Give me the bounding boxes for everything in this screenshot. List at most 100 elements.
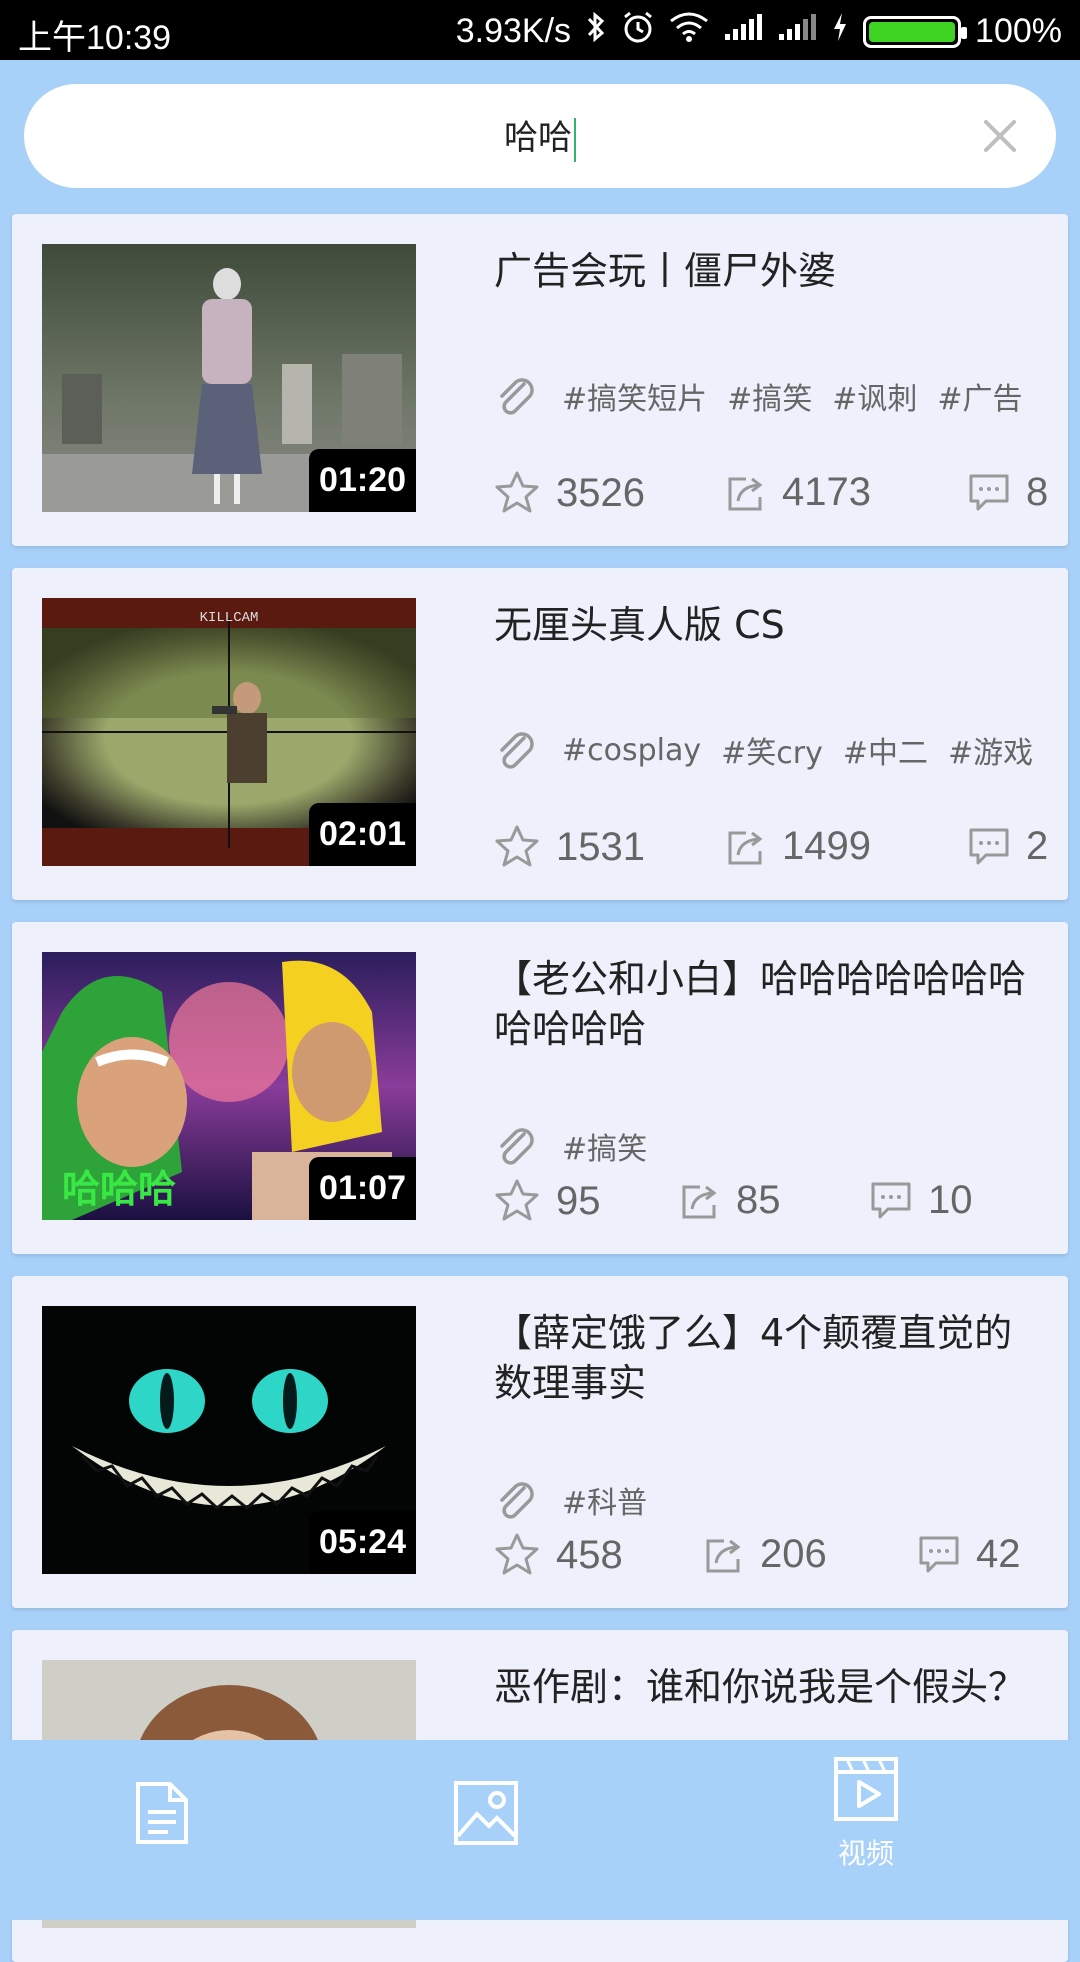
video-duration: 01:07 [309,1157,416,1220]
video-thumbnail[interactable]: KILLCAM 02:01 [42,598,416,866]
share-icon [682,1185,717,1218]
tag[interactable]: #中二 [843,728,928,772]
video-card[interactable]: 05:24 【薛定饿了么】4个颠覆直觉的数理事实 #科普 458 206 42 [12,1276,1068,1608]
share-stat[interactable]: 85 [680,1178,781,1223]
bluetooth-icon [585,11,607,52]
like-count: 95 [556,1178,601,1223]
tag-row: #搞笑 [494,1124,667,1168]
tag-row: #搞笑短片 #搞笑 #讽刺 #广告 [494,374,1043,418]
bottom-navigation: 视频 [0,1740,1080,1920]
comment-count: 8 [1026,470,1049,514]
video-title[interactable]: 广告会玩丨僵尸外婆 [494,246,1034,296]
share-stat[interactable]: 1499 [726,824,871,869]
share-stat[interactable]: 4173 [726,470,871,515]
battery-icon [863,15,968,48]
video-card[interactable]: 01:20 广告会玩丨僵尸外婆 #搞笑短片 #搞笑 #讽刺 #广告 3526 4… [12,214,1068,546]
image-icon [454,1781,518,1845]
like-stat[interactable]: 3526 [494,470,645,516]
comment-stat[interactable]: 2 [968,824,1048,869]
stats-row: 1531 1499 2 [494,824,1054,884]
share-count: 85 [736,1178,781,1222]
status-icons: 3.93K/s 100% [456,10,1062,53]
svg-text:KILLCAM: KILLCAM [200,610,259,626]
like-stat[interactable]: 458 [494,1532,623,1578]
video-thumbnail[interactable]: 01:20 [42,244,416,512]
battery-percent: 100% [975,12,1062,50]
stats-row: 95 85 10 [494,1178,1054,1238]
comment-stat[interactable]: 42 [918,1532,1021,1577]
nav-item-articles[interactable] [102,1780,222,1850]
paperclip-icon [500,1482,534,1519]
tag-row: #cosplay #笑cry #中二 #游戏 [494,728,1053,772]
video-card[interactable]: KILLCAM 02:01 无厘头真人版 CS #cosplay #笑cry #… [12,568,1068,900]
like-count: 458 [556,1532,623,1577]
document-icon [136,1782,188,1844]
tag[interactable]: #笑cry [721,728,823,772]
comment-icon [969,828,1009,864]
network-speed: 3.93K/s [455,12,572,50]
tag-row: #科普 [494,1478,667,1522]
video-thumbnail[interactable]: 哈哈哈 01:07 [42,952,416,1220]
comment-icon [969,474,1009,510]
like-stat[interactable]: 95 [494,1178,601,1224]
video-thumbnail[interactable]: 05:24 [42,1306,416,1574]
stats-row: 3526 4173 8 [494,470,1054,530]
svg-text:哈哈哈: 哈哈哈 [62,1167,176,1211]
search-value: 哈哈 [504,118,572,158]
video-duration: 01:20 [309,449,416,512]
share-count: 4173 [782,470,871,514]
search-bar[interactable]: 哈哈 [24,84,1056,188]
signal-icon-2 [777,12,817,51]
paperclip-icon [500,732,534,769]
video-title[interactable]: 恶作剧：谁和你说我是个假头？ [494,1662,1034,1712]
tag[interactable]: #cosplay [562,733,701,768]
nav-item-videos[interactable]: 视频 [806,1756,926,1872]
tag[interactable]: #讽刺 [832,374,917,418]
star-icon [495,471,539,513]
paperclip-icon [500,378,534,415]
search-input[interactable]: 哈哈 [24,110,1056,162]
signal-icon [723,12,763,51]
comment-count: 2 [1026,824,1049,868]
clear-search-button[interactable] [978,114,1022,158]
star-icon [495,1179,539,1221]
video-title[interactable]: 无厘头真人版 CS [494,600,1034,650]
tag[interactable]: #科普 [562,1478,647,1522]
video-duration: 02:01 [309,803,416,866]
tag[interactable]: #游戏 [948,728,1033,772]
star-icon [495,1533,539,1575]
video-card[interactable]: 哈哈哈 01:07 【老公和小白】哈哈哈哈哈哈哈哈哈哈哈 #搞笑 95 85 1… [12,922,1068,1254]
status-time: 上午10:39 [18,19,172,57]
tag[interactable]: #搞笑短片 [562,374,707,418]
star-icon [495,825,539,867]
like-count: 3526 [556,470,645,515]
text-caret [574,117,576,162]
share-stat[interactable]: 206 [704,1532,827,1577]
video-title[interactable]: 【薛定饿了么】4个颠覆直觉的数理事实 [494,1308,1034,1408]
alarm-icon [621,10,655,53]
comment-count: 10 [928,1178,973,1222]
close-icon [984,120,1016,152]
tag[interactable]: #搞笑 [562,1124,647,1168]
charging-icon [831,11,849,52]
share-icon [728,477,763,510]
comment-icon [919,1536,959,1572]
share-icon [728,831,763,864]
comment-count: 42 [976,1532,1021,1576]
tag[interactable]: #搞笑 [727,374,812,418]
wifi-icon [669,11,709,52]
share-count: 1499 [782,824,871,868]
nav-label-videos: 视频 [837,1837,894,1870]
like-stat[interactable]: 1531 [494,824,645,870]
share-icon [706,1539,741,1572]
status-bar: 上午10:39 3.93K/s 100% [0,0,1080,60]
video-icon [834,1757,898,1821]
paperclip-icon [500,1128,534,1165]
video-duration: 05:24 [309,1511,416,1574]
tag[interactable]: #广告 [937,374,1022,418]
video-title[interactable]: 【老公和小白】哈哈哈哈哈哈哈哈哈哈哈 [494,954,1034,1054]
comment-stat[interactable]: 8 [968,470,1048,515]
comment-stat[interactable]: 10 [870,1178,973,1223]
stats-row: 458 206 42 [494,1532,1054,1592]
nav-item-images[interactable] [426,1780,546,1850]
